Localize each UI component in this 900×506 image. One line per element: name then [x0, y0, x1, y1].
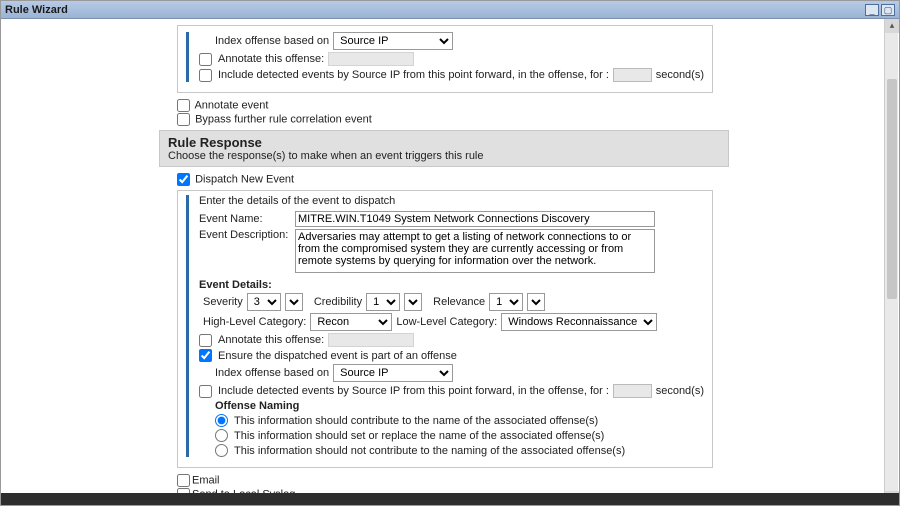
footer-bar [1, 493, 899, 505]
severity-stepper[interactable] [285, 293, 303, 311]
email-label: Email [192, 474, 220, 486]
dispatch-include-pre: Include detected events by Source IP fro… [218, 385, 609, 397]
offense-naming-label: Offense Naming [215, 400, 704, 412]
high-level-cat-label: High-Level Category: [203, 316, 306, 328]
bypass-checkbox[interactable] [177, 113, 190, 126]
include-events-post: second(s) [656, 69, 704, 81]
minimize-button[interactable]: _ [865, 4, 879, 16]
index-offense-select[interactable]: Source IP [333, 32, 453, 50]
credibility-stepper[interactable] [404, 293, 422, 311]
dispatch-annotate-label: Annotate this offense: [218, 334, 324, 346]
annotate-offense-checkbox[interactable] [199, 53, 212, 66]
severity-select[interactable]: 3 [247, 293, 281, 311]
bypass-label: Bypass further rule correlation event [195, 113, 372, 125]
rule-response-title: Rule Response [168, 135, 720, 150]
dispatch-new-event-label: Dispatch New Event [195, 173, 294, 185]
dispatch-include-seconds[interactable] [613, 384, 652, 398]
annotate-offense-field[interactable] [328, 52, 414, 66]
offense-naming-opt-3: This information should not contribute t… [234, 445, 625, 457]
low-level-cat-select[interactable]: Windows Reconnaissance [501, 313, 657, 331]
email-checkbox[interactable] [177, 474, 190, 487]
annotate-event-checkbox[interactable] [177, 99, 190, 112]
include-events-seconds[interactable] [613, 68, 652, 82]
window-title: Rule Wizard [5, 4, 68, 16]
relevance-select[interactable]: 1 [489, 293, 523, 311]
enter-details-label: Enter the details of the event to dispat… [199, 195, 704, 207]
event-name-input[interactable] [295, 211, 655, 227]
relevance-label: Relevance [433, 296, 485, 308]
event-desc-label: Event Description: [199, 229, 291, 241]
ensure-offense-checkbox[interactable] [199, 349, 212, 362]
event-name-label: Event Name: [199, 213, 291, 225]
offense-naming-opt-1: This information should contribute to th… [234, 415, 598, 427]
annotate-offense-label: Annotate this offense: [218, 53, 324, 65]
credibility-select[interactable]: 1 [366, 293, 400, 311]
offense-naming-radio-3[interactable] [215, 444, 228, 457]
rule-response-header: Rule Response Choose the response(s) to … [159, 130, 729, 167]
include-events-pre: Include detected events by Source IP fro… [218, 69, 609, 81]
high-level-cat-select[interactable]: Recon [310, 313, 392, 331]
title-bar: Rule Wizard _ ▢ [1, 1, 899, 19]
ensure-offense-label: Ensure the dispatched event is part of a… [218, 350, 457, 362]
relevance-stepper[interactable] [527, 293, 545, 311]
event-desc-textarea[interactable]: Adversaries may attempt to get a listing… [295, 229, 655, 273]
index-offense-label: Index offense based on [215, 35, 329, 47]
dispatch-index-select[interactable]: Source IP [333, 364, 453, 382]
dispatch-new-event-checkbox[interactable] [177, 173, 190, 186]
offense-naming-radio-1[interactable] [215, 414, 228, 427]
dispatch-include-checkbox[interactable] [199, 385, 212, 398]
low-level-cat-label: Low-Level Category: [396, 316, 497, 328]
offense-naming-opt-2: This information should set or replace t… [234, 430, 604, 442]
maximize-button[interactable]: ▢ [881, 4, 895, 16]
credibility-label: Credibility [314, 296, 362, 308]
severity-label: Severity [203, 296, 243, 308]
dispatch-index-label: Index offense based on [215, 367, 329, 379]
event-details-label: Event Details: [199, 279, 704, 291]
dispatch-annotate-checkbox[interactable] [199, 334, 212, 347]
dispatch-include-post: second(s) [656, 385, 704, 397]
offense-naming-radio-2[interactable] [215, 429, 228, 442]
rule-response-sub: Choose the response(s) to make when an e… [168, 150, 720, 162]
dispatch-annotate-field[interactable] [328, 333, 414, 347]
include-events-checkbox[interactable] [199, 69, 212, 82]
annotate-event-label: Annotate event [194, 99, 268, 111]
